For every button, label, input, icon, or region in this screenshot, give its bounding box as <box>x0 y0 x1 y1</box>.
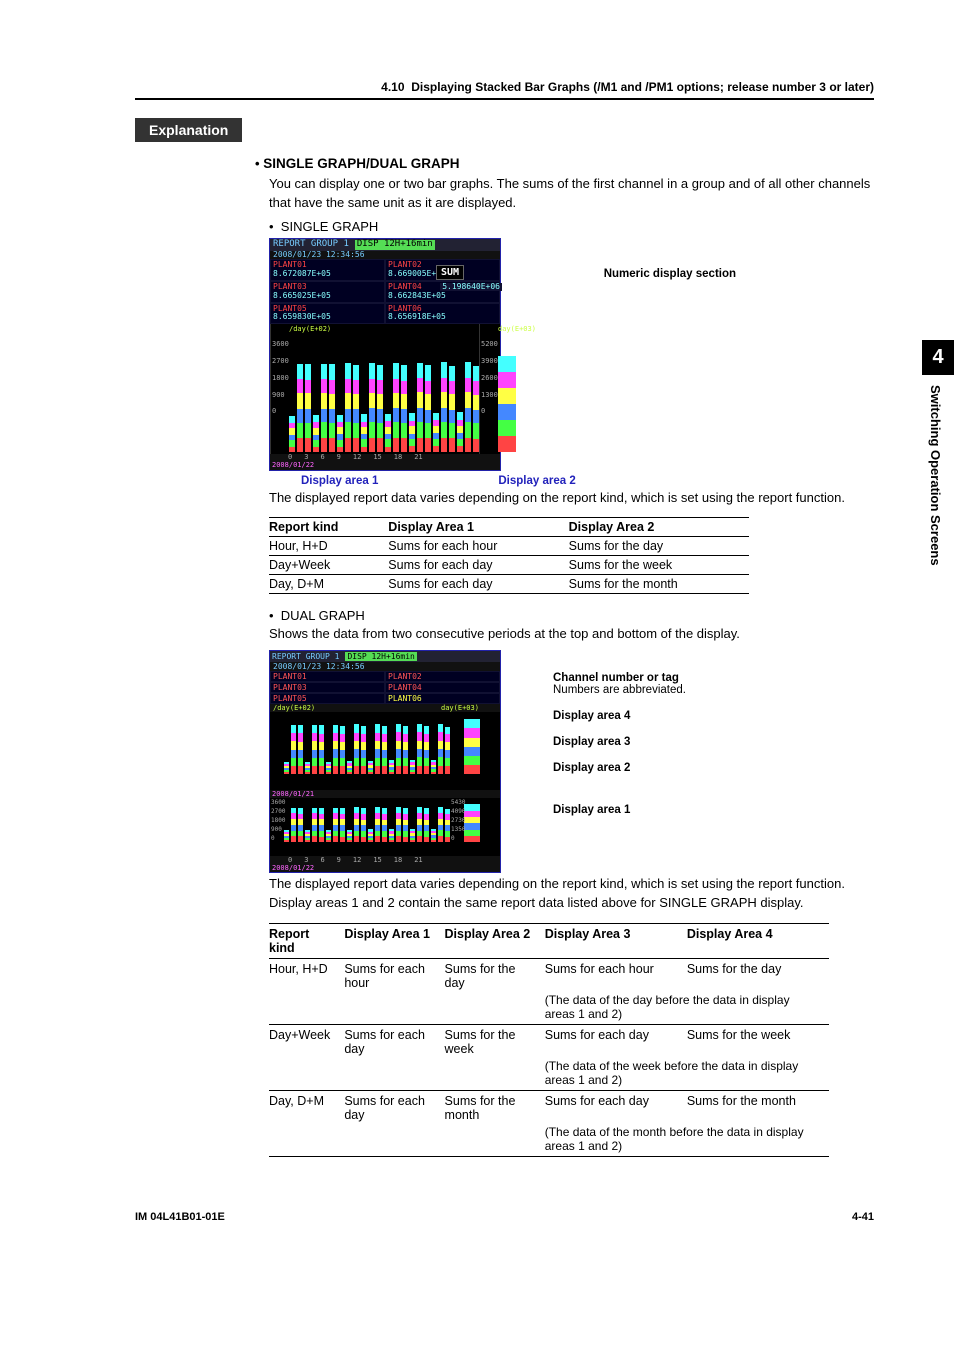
bars-area-2 <box>498 334 536 452</box>
single-after-text: The displayed report data varies dependi… <box>269 489 874 508</box>
dual-graph-figure: REPORT GROUP 1 DISP 12H+16min 2008/01/23… <box>269 650 874 873</box>
explanation-heading: Explanation <box>135 118 242 142</box>
single-graph-label: • SINGLE GRAPH <box>269 219 874 234</box>
fig-timestamp: 2008/01/23 12:34:56 <box>270 251 500 260</box>
y2-unit: day(E+03) <box>498 326 536 334</box>
section-number: 4.10 <box>381 80 404 94</box>
dual-y1-unit: /day(E+02) <box>273 704 441 712</box>
recorder-screen-dual: REPORT GROUP 1 DISP 12H+16min 2008/01/23… <box>269 650 501 873</box>
t1-h2: Display Area 1 <box>388 518 568 537</box>
caption-display-area-1: Display area 1 <box>301 475 378 487</box>
footer-right: 4-41 <box>852 1211 874 1223</box>
t2-h1: Report kind <box>269 923 344 958</box>
annot-channel: Channel number or tagNumbers are abbrevi… <box>553 672 686 696</box>
annot-area2: Display area 2 <box>553 762 686 774</box>
numeric-section-callout: Numeric display section <box>604 268 736 280</box>
dual-bars-top-right <box>464 714 500 774</box>
t1-h1: Report kind <box>269 518 388 537</box>
section-title: Displaying Stacked Bar Graphs (/M1 and /… <box>411 80 874 94</box>
dual-timestamp: 2008/01/23 12:34:56 <box>270 662 500 671</box>
dual-report-title: REPORT GROUP 1 <box>272 652 339 661</box>
dual-disp-mode: DISP 12H+16min <box>345 652 416 661</box>
sum-value: 5.198640E+06 <box>440 283 502 292</box>
t1-h3: Display Area 2 <box>569 518 749 537</box>
dual-graph-desc: Shows the data from two consecutive peri… <box>269 625 874 644</box>
annot-area4: Display area 4 <box>553 710 686 722</box>
dual-report-table: Report kind Display Area 1 Display Area … <box>269 923 829 1157</box>
sum-box: SUM <box>436 265 464 280</box>
dual-graph-label: • DUAL GRAPH <box>269 608 874 623</box>
t2-h4: Display Area 3 <box>545 923 687 958</box>
fig-report-title: REPORT GROUP 1 <box>273 240 349 250</box>
single-report-table: Report kind Display Area 1 Display Area … <box>269 517 749 594</box>
dual-bars-bottom-right <box>464 800 500 842</box>
dual-bars-top <box>284 714 450 774</box>
dual-date-top: 2008/01/21 <box>270 790 500 798</box>
dual-date-bot: 2008/01/22 <box>270 864 500 872</box>
t2-h5: Display Area 4 <box>687 923 829 958</box>
t2-h2: Display Area 1 <box>344 923 444 958</box>
single-dual-title: SINGLE GRAPH/DUAL GRAPH <box>263 156 459 171</box>
dual-after-text: The displayed report data varies dependi… <box>269 875 874 913</box>
x-axis-date: 2008/01/22 <box>270 462 500 470</box>
dual-y2-ticks: 54304090273013500 <box>451 798 465 843</box>
single-graph-figure: REPORT GROUP 1 DISP 12H+16min 2008/01/23… <box>269 238 874 487</box>
annot-area3: Display area 3 <box>553 736 686 748</box>
bars-area-1 <box>289 334 479 452</box>
numeric-display-grid: PLANT018.672087E+05PLANT028.669005E+05PL… <box>270 259 500 324</box>
t2-h3: Display Area 2 <box>445 923 545 958</box>
dual-y1-ticks: 3600270018009000 <box>271 798 285 843</box>
caption-display-area-2: Display area 2 <box>498 475 575 487</box>
dual-bars-bottom <box>284 800 450 842</box>
dual-x-ticks: 036912151821 <box>270 856 500 864</box>
recorder-screen-single: REPORT GROUP 1 DISP 12H+16min 2008/01/23… <box>269 238 501 471</box>
annot-area1: Display area 1 <box>553 804 686 816</box>
single-dual-heading: • SINGLE GRAPH/DUAL GRAPH <box>255 156 874 171</box>
y1-ticks: 3600270018009000 <box>272 336 289 420</box>
page-footer: IM 04L41B01-01E 4-41 <box>0 1211 954 1253</box>
single-dual-desc: You can display one or two bar graphs. T… <box>269 175 874 213</box>
dual-channel-tags: PLANT01PLANT02PLANT03PLANT04PLANT05PLANT… <box>270 671 500 704</box>
bullet-icon: • <box>255 156 260 171</box>
fig-disp-mode: DISP 12H+16min <box>355 240 435 250</box>
footer-left: IM 04L41B01-01E <box>135 1211 225 1223</box>
dual-y2-unit: day(E+03) <box>441 704 497 712</box>
y1-unit: /day(E+02) <box>289 326 479 334</box>
section-header: 4.10 Displaying Stacked Bar Graphs (/M1 … <box>135 80 874 100</box>
y2-ticks: 52003900260013000 <box>481 336 498 420</box>
